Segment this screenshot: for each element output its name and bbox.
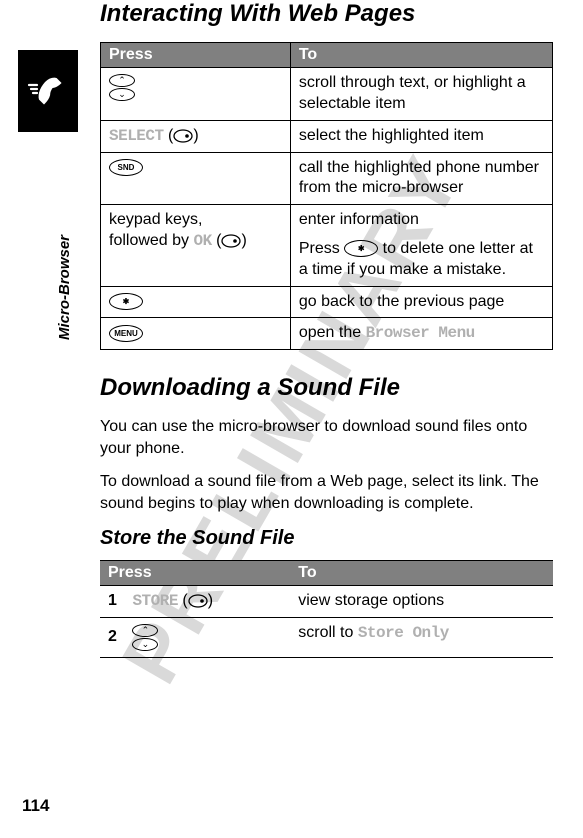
store-label: STORE xyxy=(132,592,178,610)
star-key-icon: ✱ xyxy=(109,293,143,310)
right-softkey-icon xyxy=(221,231,241,251)
text: ) xyxy=(241,232,246,249)
download-p1: You can use the micro-browser to downloa… xyxy=(100,416,553,459)
text: followed by xyxy=(109,232,194,249)
table-row: SND call the highlighted phone number fr… xyxy=(101,152,553,205)
browser-menu-label: Browser Menu xyxy=(366,324,475,342)
text: scroll to xyxy=(298,624,358,641)
download-p2: To download a sound file from a Web page… xyxy=(100,471,553,514)
table-row: MENU open the Browser Menu xyxy=(101,318,553,350)
select-label: SELECT xyxy=(109,127,164,145)
cell-to: scroll through text, or highlight a sele… xyxy=(290,68,552,121)
cell-to: go back to the previous page xyxy=(290,286,552,318)
ok-label: OK xyxy=(194,232,212,250)
step-number: 1 xyxy=(108,591,128,612)
text: keypad keys, xyxy=(109,211,202,228)
phone-handset-icon xyxy=(26,69,70,113)
star-key-icon: ✱ xyxy=(344,240,378,257)
store-only-label: Store Only xyxy=(358,624,449,642)
heading-store: Store the Sound File xyxy=(100,527,553,550)
table-row: SELECT () select the highlighted item xyxy=(101,120,553,152)
right-softkey-icon xyxy=(173,126,193,146)
text: ( xyxy=(212,232,222,249)
up-down-keys-icon: ⌃ ⌄ xyxy=(132,623,158,652)
step-number: 2 xyxy=(108,627,128,648)
th-to: To xyxy=(290,560,553,585)
text: open the xyxy=(299,324,366,341)
th-to: To xyxy=(290,43,552,68)
table-row: 1 STORE () view storage options xyxy=(100,585,553,617)
cell-to-a: enter information xyxy=(299,210,544,231)
heading-download: Downloading a Sound File xyxy=(100,374,553,402)
table-row: ✱ go back to the previous page xyxy=(101,286,553,318)
page-number: 114 xyxy=(22,796,49,816)
up-down-keys-icon: ⌃ ⌄ xyxy=(109,73,135,102)
cell-to: select the highlighted item xyxy=(290,120,552,152)
menu-key-icon: MENU xyxy=(109,325,143,342)
table-row: 2 ⌃ ⌄ scroll to Store Only xyxy=(100,617,553,657)
text: Press xyxy=(299,240,344,257)
right-softkey-icon xyxy=(188,591,208,611)
section-tab xyxy=(18,50,78,132)
interact-table: Press To ⌃ ⌄ scroll through text, or hig… xyxy=(100,42,553,350)
store-table: Press To 1 STORE () view storage options… xyxy=(100,560,553,658)
snd-key-icon: SND xyxy=(109,159,143,176)
th-press: Press xyxy=(100,560,290,585)
table-row: ⌃ ⌄ scroll through text, or highlight a … xyxy=(101,68,553,121)
cell-to: view storage options xyxy=(290,585,553,617)
paren-close: ) xyxy=(193,127,198,144)
cell-to: call the highlighted phone number from t… xyxy=(290,152,552,205)
th-press: Press xyxy=(101,43,291,68)
sidebar: Micro-Browser xyxy=(18,50,78,148)
paren-open: ( xyxy=(164,127,174,144)
side-section-label: Micro-Browser xyxy=(56,235,73,340)
heading-interacting: Interacting With Web Pages xyxy=(100,0,553,28)
table-row: keypad keys, followed by OK () enter inf… xyxy=(101,205,553,286)
